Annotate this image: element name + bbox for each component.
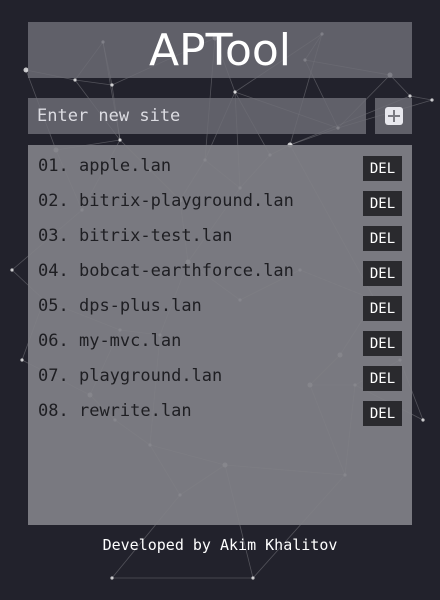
list-item: 02. bitrix-playground.lan DEL [28,186,412,221]
site-entry[interactable]: 07. playground.lan [38,366,222,386]
delete-site-button[interactable]: DEL [363,226,402,251]
delete-site-button[interactable]: DEL [363,296,402,321]
site-number: 01. [38,156,69,176]
footer-credit: Developed by Akim Khalitov [102,536,338,554]
network-node [233,90,237,94]
site-name: bitrix-test.lan [78,226,233,246]
delete-site-button[interactable]: DEL [363,366,402,391]
site-entry[interactable]: 08. rewrite.lan [38,401,192,421]
site-entry[interactable]: 04. bobcat-earthforce.lan [38,261,294,281]
network-line [74,79,113,86]
site-entry[interactable]: 06. my-mvc.lan [38,331,181,351]
site-entry[interactable]: 05. dps-plus.lan [38,296,202,316]
site-list: 01. apple.lan DEL 02. bitrix-playground.… [28,145,412,525]
list-item: 08. rewrite.lan DEL [28,396,412,431]
site-name: my-mvc.lan [78,331,182,351]
network-line [409,95,433,101]
delete-site-button[interactable]: DEL [363,261,402,286]
site-name: rewrite.lan [78,401,192,421]
network-node [20,358,24,362]
site-name: bobcat-earthforce.lan [78,261,294,281]
add-site-button[interactable] [375,98,412,134]
site-number: 04. [38,261,69,281]
network-node [110,83,114,87]
network-node [421,418,425,422]
list-item: 07. playground.lan DEL [28,361,412,396]
site-number: 03. [38,226,69,246]
site-entry[interactable]: 02. bitrix-playground.lan [38,191,294,211]
network-node [73,78,77,82]
site-number: 06. [38,331,69,351]
site-name: bitrix-playground.lan [78,191,294,211]
site-entry[interactable]: 01. apple.lan [38,156,171,176]
network-node [251,576,255,580]
title-bar: APTool [28,22,412,78]
app-title: APTool [148,24,292,76]
new-site-input[interactable] [28,98,366,134]
site-name: playground.lan [78,366,223,386]
delete-site-button[interactable]: DEL [363,191,402,216]
list-item: 04. bobcat-earthforce.lan DEL [28,256,412,291]
site-name: apple.lan [78,156,172,176]
site-number: 07. [38,366,69,386]
delete-site-button[interactable]: DEL [363,156,402,181]
network-node [10,268,14,272]
list-item: 03. bitrix-test.lan DEL [28,221,412,256]
plus-square-icon [384,107,403,125]
network-line [389,74,411,97]
site-number: 02. [38,191,69,211]
list-item: 01. apple.lan DEL [28,151,412,186]
list-item: 06. my-mvc.lan DEL [28,326,412,361]
site-entry[interactable]: 03. bitrix-test.lan [38,226,233,246]
delete-site-button[interactable]: DEL [363,401,402,426]
site-number: 05. [38,296,69,316]
network-node [430,98,434,102]
network-node [110,576,114,580]
list-item: 05. dps-plus.lan DEL [28,291,412,326]
site-number: 08. [38,401,69,421]
delete-site-button[interactable]: DEL [363,331,402,356]
network-node [118,138,122,142]
site-name: dps-plus.lan [78,296,202,316]
